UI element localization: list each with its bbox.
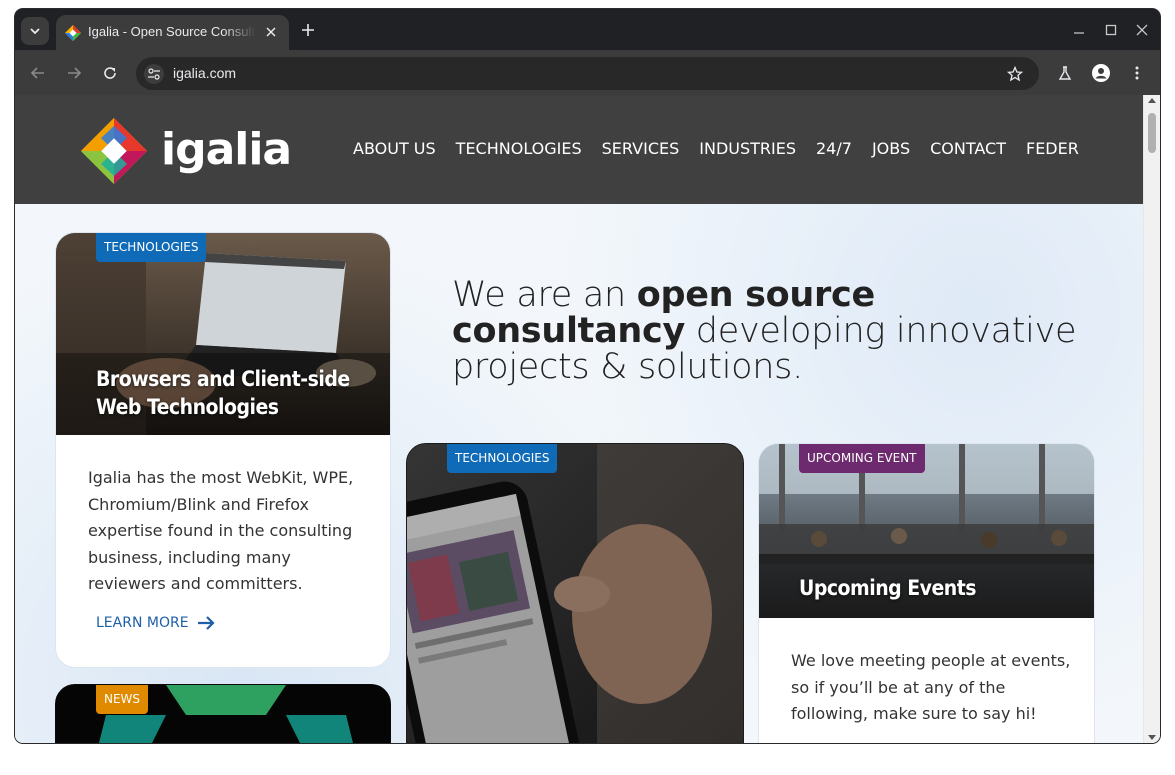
scroll-up-arrow[interactable] (1148, 98, 1156, 103)
main-navigation: ABOUT US TECHNOLOGIES SERVICES INDUSTRIE… (353, 139, 1099, 158)
nav-item-technologies[interactable]: TECHNOLOGIES (456, 139, 582, 158)
browser-window: Igalia - Open Source Consulting igalia.c… (15, 9, 1160, 743)
card-browsers[interactable]: TECHNOLOGIES Browsers and Client-side We… (55, 232, 391, 668)
card-news[interactable]: NEWS (55, 684, 391, 743)
window-close-button[interactable] (1131, 19, 1153, 41)
more-vert-icon (1135, 66, 1139, 80)
labs-button[interactable] (1052, 60, 1078, 86)
nav-item-24-7[interactable]: 24/7 (816, 139, 852, 158)
forward-button[interactable] (61, 60, 87, 86)
card-technologies-phone[interactable]: TECHNOLOGIES (406, 443, 744, 743)
card-title[interactable]: Browsers and Client-side Web Technologie… (96, 365, 350, 421)
scroll-thumb[interactable] (1148, 113, 1156, 153)
page-content: We are an open source consultancy develo… (15, 204, 1144, 743)
avatar-icon (1092, 64, 1110, 82)
arrow-right-icon (68, 67, 82, 79)
active-tab[interactable]: Igalia - Open Source Consulting (56, 15, 289, 50)
tab-close-button[interactable] (262, 23, 280, 41)
site-header: igalia ABOUT US TECHNOLOGIES SERVICES IN… (15, 95, 1144, 204)
close-icon (266, 27, 276, 37)
category-badge: UPCOMING EVENT (799, 444, 925, 473)
phone-photo (407, 444, 743, 743)
flask-icon (1058, 66, 1072, 80)
minimize-button[interactable] (1068, 19, 1090, 41)
close-icon (1136, 24, 1148, 36)
tab-title: Igalia - Open Source Consulting (88, 24, 256, 39)
reload-icon (104, 67, 116, 79)
card-title-line: Web Technologies (96, 395, 279, 419)
category-badge: TECHNOLOGIES (447, 444, 558, 473)
tab-strip: Igalia - Open Source Consulting (15, 9, 1160, 50)
page-viewport: igalia ABOUT US TECHNOLOGIES SERVICES IN… (15, 95, 1160, 743)
nav-item-contact[interactable]: CONTACT (930, 139, 1006, 158)
new-tab-button[interactable] (298, 20, 318, 40)
url-text[interactable]: igalia.com (173, 65, 236, 81)
logo-wordmark: igalia (161, 124, 292, 175)
nav-item-feder[interactable]: FEDER (1026, 139, 1079, 158)
learn-more-link[interactable]: LEARN MORE (96, 615, 215, 631)
learn-more-label: LEARN MORE (96, 615, 189, 631)
back-button[interactable] (25, 60, 51, 86)
tab-search-button[interactable] (21, 17, 49, 45)
card-upcoming-events[interactable]: UPCOMING EVENT Upcoming Events We love m… (758, 443, 1095, 743)
igalia-logo-icon (81, 118, 147, 184)
site-settings-icon[interactable] (144, 64, 164, 84)
nav-item-jobs[interactable]: JOBS (872, 139, 910, 158)
maximize-button[interactable] (1100, 19, 1122, 41)
plus-icon (302, 24, 314, 36)
bookmark-star-button[interactable] (1005, 64, 1025, 84)
nav-item-services[interactable]: SERVICES (602, 139, 680, 158)
category-badge: TECHNOLOGIES (96, 233, 207, 262)
nav-item-industries[interactable]: INDUSTRIES (699, 139, 796, 158)
star-icon (1007, 66, 1023, 82)
card-description: We love meeting people at events, so if … (791, 651, 1071, 723)
card-title[interactable]: Upcoming Events (799, 574, 977, 602)
arrow-left-icon (30, 67, 44, 79)
profile-button[interactable] (1088, 60, 1114, 86)
nav-item-about-us[interactable]: ABOUT US (353, 139, 436, 158)
hero-prefix: We are an (452, 275, 637, 315)
page-scrollbar[interactable] (1143, 95, 1160, 743)
igalia-favicon-icon (65, 25, 81, 41)
arrow-right-icon (197, 616, 215, 630)
category-badge: NEWS (96, 685, 149, 714)
address-bar[interactable]: igalia.com (136, 57, 1039, 90)
browser-toolbar: igalia.com (15, 50, 1160, 95)
scroll-down-arrow[interactable] (1148, 735, 1156, 740)
reload-button[interactable] (97, 60, 123, 86)
chevron-down-icon (30, 28, 40, 35)
card-description: Igalia has the most WebKit, WPE, Chromiu… (88, 468, 354, 593)
hero-heading: We are an open source consultancy develo… (452, 277, 1092, 385)
minimize-icon (1074, 32, 1084, 34)
maximize-icon (1105, 24, 1117, 36)
card-title-line: Browsers and Client-side (96, 367, 350, 391)
menu-button[interactable] (1124, 60, 1150, 86)
igalia-logo[interactable]: igalia (81, 118, 292, 184)
